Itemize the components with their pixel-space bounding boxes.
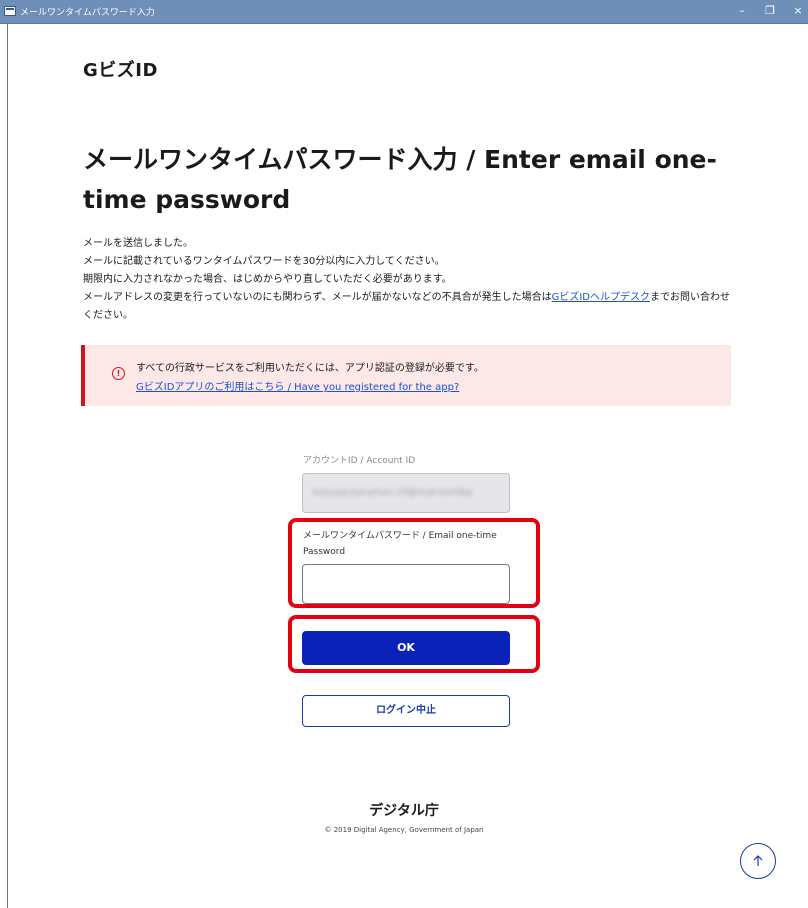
otp-input[interactable] <box>302 564 510 604</box>
account-id-field: katsuya.kanamori.ctf@mail.toshiba <box>302 473 510 513</box>
intro-line: メールを送信しました。 <box>83 238 193 249</box>
otp-label: メールワンタイムパスワード / Email one-time Password <box>303 531 497 557</box>
cancel-login-button[interactable]: ログイン中止 <box>302 695 510 727</box>
brand-logo[interactable]: GビズID <box>83 56 158 82</box>
intro-text: メールを送信しました。 メールに記載されているワンタイムパスワードを30分以内に… <box>83 235 733 325</box>
copyright-text: © 2019 Digital Agency, Government of Jap… <box>324 826 484 834</box>
account-id-value: katsuya.kanamori.ctf@mail.toshiba <box>313 488 473 498</box>
minimize-button[interactable]: – <box>732 2 752 20</box>
scroll-to-top-button[interactable] <box>740 843 776 879</box>
intro-line: 期限内に入力されなかった場合、はじめからやり直していただく必要があります。 <box>83 274 452 285</box>
page-title: メールワンタイムパスワード入力 / Enter email one-time p… <box>83 145 717 214</box>
info-circle-icon: ! <box>112 367 125 380</box>
arrow-up-icon <box>753 855 763 866</box>
agency-name: デジタル庁 <box>369 803 439 819</box>
app-registration-alert: ! すべての行政サービスをご利用いただくには、アプリ認証の登録が必要です。 Gビ… <box>81 345 731 406</box>
app-window-icon <box>4 6 16 16</box>
window-titlebar: メールワンタイムパスワード入力 – ❐ × <box>0 0 808 24</box>
alert-message: すべての行政サービスをご利用いただくには、アプリ認証の登録が必要です。 <box>136 363 484 374</box>
close-button[interactable]: × <box>788 2 808 20</box>
account-id-label: アカウントID / Account ID <box>303 456 416 466</box>
window-title: メールワンタイムパスワード入力 <box>20 8 155 18</box>
helpdesk-link[interactable]: GビズIDヘルプデスク <box>552 292 650 303</box>
intro-line: メールに記載されているワンタイムパスワードを30分以内に入力してください。 <box>83 256 445 267</box>
ok-button[interactable]: OK <box>302 631 510 665</box>
app-registration-link[interactable]: GビズIDアプリのご利用はこちら / Have you registered f… <box>136 378 459 393</box>
intro-text-before-link: メールアドレスの変更を行っていないのにも関わらず、メールが届かないなどの不具合が… <box>83 292 552 303</box>
restore-button[interactable]: ❐ <box>760 2 780 20</box>
intro-line: メールアドレスの変更を行っていないのにも関わらず、メールが届かないなどの不具合が… <box>83 289 733 325</box>
